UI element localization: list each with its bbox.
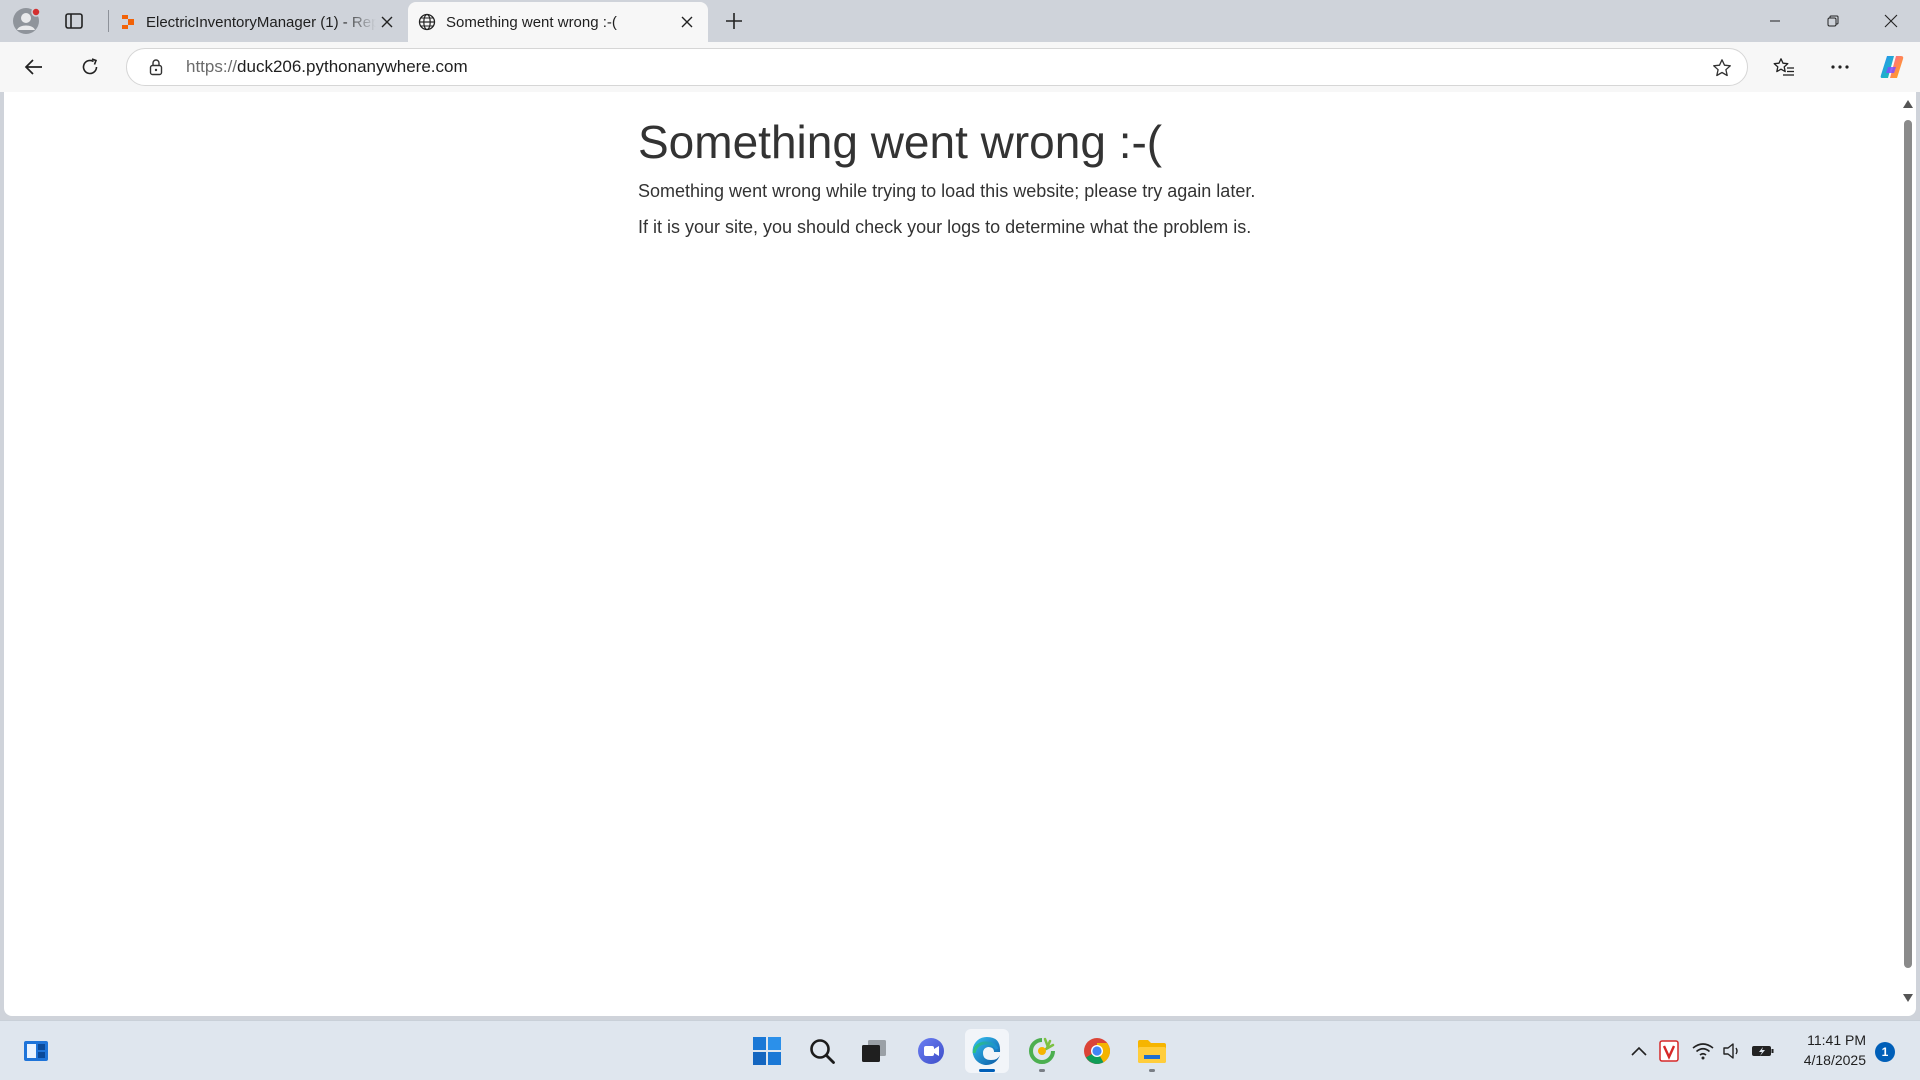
back-arrow-icon bbox=[24, 59, 42, 75]
restore-button[interactable] bbox=[1804, 0, 1862, 42]
battery-charging-icon bbox=[1752, 1046, 1774, 1056]
url-text[interactable]: https://duck206.pythonanywhere.com bbox=[186, 57, 468, 77]
logs-hint-paragraph: If it is your site, you should check you… bbox=[638, 217, 1252, 237]
tab-title: Something went wrong :-( bbox=[446, 13, 617, 31]
app-taskbar-button[interactable] bbox=[1020, 1029, 1064, 1073]
replit-icon bbox=[122, 15, 134, 29]
page-viewport: Something went wrong :-( Something went … bbox=[4, 92, 1916, 1016]
tab-title: ElectricInventoryManager (1) - Replit bbox=[146, 13, 376, 31]
reload-icon bbox=[82, 58, 98, 75]
app-icon bbox=[1029, 1037, 1055, 1064]
lock-icon[interactable] bbox=[147, 58, 165, 76]
widgets-button[interactable] bbox=[14, 1029, 58, 1073]
volume-icon bbox=[1723, 1043, 1738, 1059]
running-indicator bbox=[1149, 1069, 1155, 1072]
minimize-icon bbox=[1770, 20, 1780, 22]
back-button[interactable] bbox=[16, 49, 52, 85]
meet-now-button[interactable] bbox=[909, 1029, 953, 1073]
taskbar-clock[interactable]: 11:41 PM 4/18/2025 bbox=[1786, 1030, 1866, 1070]
url-scheme: https:// bbox=[186, 57, 238, 76]
wifi-icon bbox=[1692, 1043, 1714, 1060]
tab-close-button[interactable] bbox=[676, 11, 698, 33]
plus-icon bbox=[726, 13, 742, 29]
running-indicator bbox=[979, 1069, 995, 1072]
globe-icon bbox=[418, 13, 436, 31]
favorites-button[interactable] bbox=[1766, 49, 1802, 85]
edge-taskbar-button[interactable] bbox=[965, 1029, 1009, 1073]
error-message-paragraph: Something went wrong while trying to loa… bbox=[638, 181, 1256, 201]
show-hidden-icons-button[interactable] bbox=[1627, 1039, 1651, 1063]
ellipsis-icon bbox=[1831, 65, 1849, 69]
windows-start-icon bbox=[753, 1037, 781, 1065]
restore-icon bbox=[1827, 15, 1839, 27]
clock-date: 4/18/2025 bbox=[1803, 1052, 1866, 1068]
antivirus-tray-button[interactable] bbox=[1657, 1039, 1681, 1063]
tab-actions-icon bbox=[65, 13, 83, 29]
reload-button[interactable] bbox=[72, 49, 108, 85]
tab-actions-button[interactable] bbox=[56, 6, 92, 36]
file-explorer-taskbar-button[interactable] bbox=[1130, 1029, 1174, 1073]
close-icon bbox=[381, 16, 393, 28]
close-icon bbox=[1884, 14, 1898, 28]
profile-button[interactable] bbox=[8, 6, 44, 36]
task-view-icon bbox=[862, 1040, 886, 1062]
scrollbar-thumb[interactable] bbox=[1904, 120, 1912, 968]
address-bar[interactable]: https://duck206.pythonanywhere.com bbox=[126, 48, 1748, 86]
tab-electric-inventory[interactable]: ElectricInventoryManager (1) - Replit bbox=[110, 2, 408, 42]
tab-close-button[interactable] bbox=[376, 11, 398, 33]
vertical-scrollbar[interactable] bbox=[1900, 92, 1916, 1016]
search-icon bbox=[810, 1039, 835, 1064]
file-explorer-icon bbox=[1138, 1040, 1166, 1063]
more-options-button[interactable] bbox=[1822, 49, 1858, 85]
close-icon bbox=[681, 16, 693, 28]
antivirus-shield-icon bbox=[1659, 1040, 1679, 1062]
wifi-tray-button[interactable] bbox=[1691, 1039, 1715, 1063]
minimize-button[interactable] bbox=[1746, 0, 1804, 42]
tab-something-went-wrong[interactable]: Something went wrong :-( bbox=[408, 2, 708, 42]
favorite-star-button[interactable] bbox=[1705, 51, 1739, 85]
scroll-down-arrow-icon[interactable] bbox=[1903, 994, 1913, 1002]
error-page-content: Something went wrong :-( Something went … bbox=[638, 116, 1338, 238]
task-view-button[interactable] bbox=[852, 1029, 896, 1073]
tab-divider bbox=[108, 10, 109, 32]
taskbar-search-button[interactable] bbox=[800, 1029, 844, 1073]
teams-meet-icon bbox=[918, 1038, 944, 1064]
copilot-icon bbox=[1880, 56, 1904, 78]
battery-tray-button[interactable] bbox=[1751, 1039, 1775, 1063]
clock-time: 11:41 PM bbox=[1807, 1032, 1866, 1048]
start-button[interactable] bbox=[745, 1029, 789, 1073]
star-icon bbox=[1713, 59, 1731, 77]
volume-tray-button[interactable] bbox=[1720, 1039, 1744, 1063]
chrome-taskbar-button[interactable] bbox=[1075, 1029, 1119, 1073]
profile-avatar-icon bbox=[13, 7, 40, 34]
chrome-icon bbox=[1084, 1038, 1111, 1064]
new-tab-button[interactable] bbox=[716, 6, 752, 36]
edge-icon bbox=[972, 1036, 1001, 1065]
chevron-up-icon bbox=[1631, 1046, 1647, 1056]
page-heading: Something went wrong :-( bbox=[638, 116, 1163, 168]
window-close-button[interactable] bbox=[1862, 0, 1920, 42]
widgets-icon bbox=[24, 1041, 48, 1061]
notification-badge[interactable]: 1 bbox=[1875, 1042, 1895, 1062]
tab-strip: ElectricInventoryManager (1) - Replit So… bbox=[0, 0, 1920, 42]
running-indicator bbox=[1039, 1069, 1045, 1072]
taskbar: 11:41 PM 4/18/2025 1 bbox=[0, 1020, 1920, 1080]
browser-toolbar: https://duck206.pythonanywhere.com bbox=[0, 42, 1920, 92]
favorites-icon bbox=[1773, 58, 1794, 76]
url-host: duck206.pythonanywhere.com bbox=[237, 57, 468, 76]
copilot-button[interactable] bbox=[1874, 49, 1910, 85]
scroll-up-arrow-icon[interactable] bbox=[1903, 100, 1913, 108]
